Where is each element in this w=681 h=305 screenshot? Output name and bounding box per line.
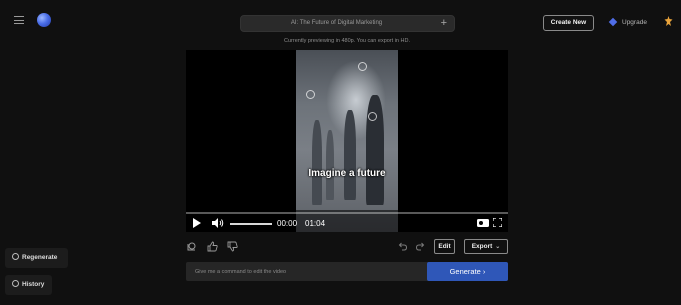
video-caption: Imagine a future <box>308 168 386 179</box>
network-node-icon <box>306 90 315 99</box>
thumbs-down-icon[interactable] <box>227 241 238 252</box>
command-input[interactable] <box>186 262 426 281</box>
network-node-icon <box>358 62 367 71</box>
history-label: History <box>22 281 45 288</box>
menu-icon[interactable] <box>14 16 24 24</box>
video-player[interactable]: Imagine a future 00:00 01:04 <box>186 50 508 232</box>
top-bar: AI: The Future of Digital Marketing + Cr… <box>0 0 681 34</box>
progress-bar[interactable] <box>186 212 508 214</box>
upgrade-label: Upgrade <box>622 19 647 26</box>
regenerate-button[interactable]: Regenerate <box>5 248 68 268</box>
regenerate-clip-icon[interactable] <box>186 241 197 252</box>
export-button[interactable]: Export ⌄ <box>464 239 508 254</box>
upgrade-link[interactable]: Upgrade <box>608 15 647 31</box>
video-frame[interactable]: Imagine a future <box>296 50 398 232</box>
create-new-button[interactable]: Create New <box>543 15 594 31</box>
person-silhouette <box>326 130 334 200</box>
generate-button[interactable]: Generate › <box>427 262 508 281</box>
player-controls: 00:00 01:04 <box>186 210 508 232</box>
current-time: 00:00 <box>277 219 298 228</box>
project-title[interactable]: AI: The Future of Digital Marketing <box>241 16 432 31</box>
undo-icon[interactable] <box>397 241 408 252</box>
history-button[interactable]: History <box>5 275 52 295</box>
export-label: Export <box>471 243 493 250</box>
redo-icon[interactable] <box>415 241 426 252</box>
network-node-icon <box>368 112 377 121</box>
person-silhouette <box>312 120 322 205</box>
fullscreen-icon[interactable] <box>493 218 502 227</box>
avatar[interactable] <box>664 16 673 28</box>
thumbs-up-icon[interactable] <box>207 241 218 252</box>
project-title-field[interactable]: AI: The Future of Digital Marketing + <box>240 15 455 32</box>
globe-logo-icon[interactable] <box>37 13 51 27</box>
plus-icon[interactable]: + <box>441 16 447 31</box>
quality-settings-icon[interactable] <box>477 219 489 227</box>
refresh-icon <box>12 253 19 260</box>
regenerate-label: Regenerate <box>22 254 58 261</box>
person-silhouette <box>344 110 356 200</box>
preview-note: Currently previewing in 480p. You can ex… <box>284 38 410 44</box>
volume-slider[interactable] <box>230 223 272 225</box>
play-icon[interactable] <box>193 218 201 228</box>
chevron-down-icon: ⌄ <box>495 244 501 250</box>
total-time: 01:04 <box>305 219 326 228</box>
clock-icon <box>12 280 19 287</box>
person-silhouette <box>366 95 384 205</box>
edit-button[interactable]: Edit <box>434 239 455 254</box>
diamond-icon <box>608 18 618 27</box>
command-bar: Generate › <box>186 262 508 281</box>
video-actions: Edit Export ⌄ <box>186 238 508 256</box>
volume-icon[interactable] <box>212 218 224 228</box>
